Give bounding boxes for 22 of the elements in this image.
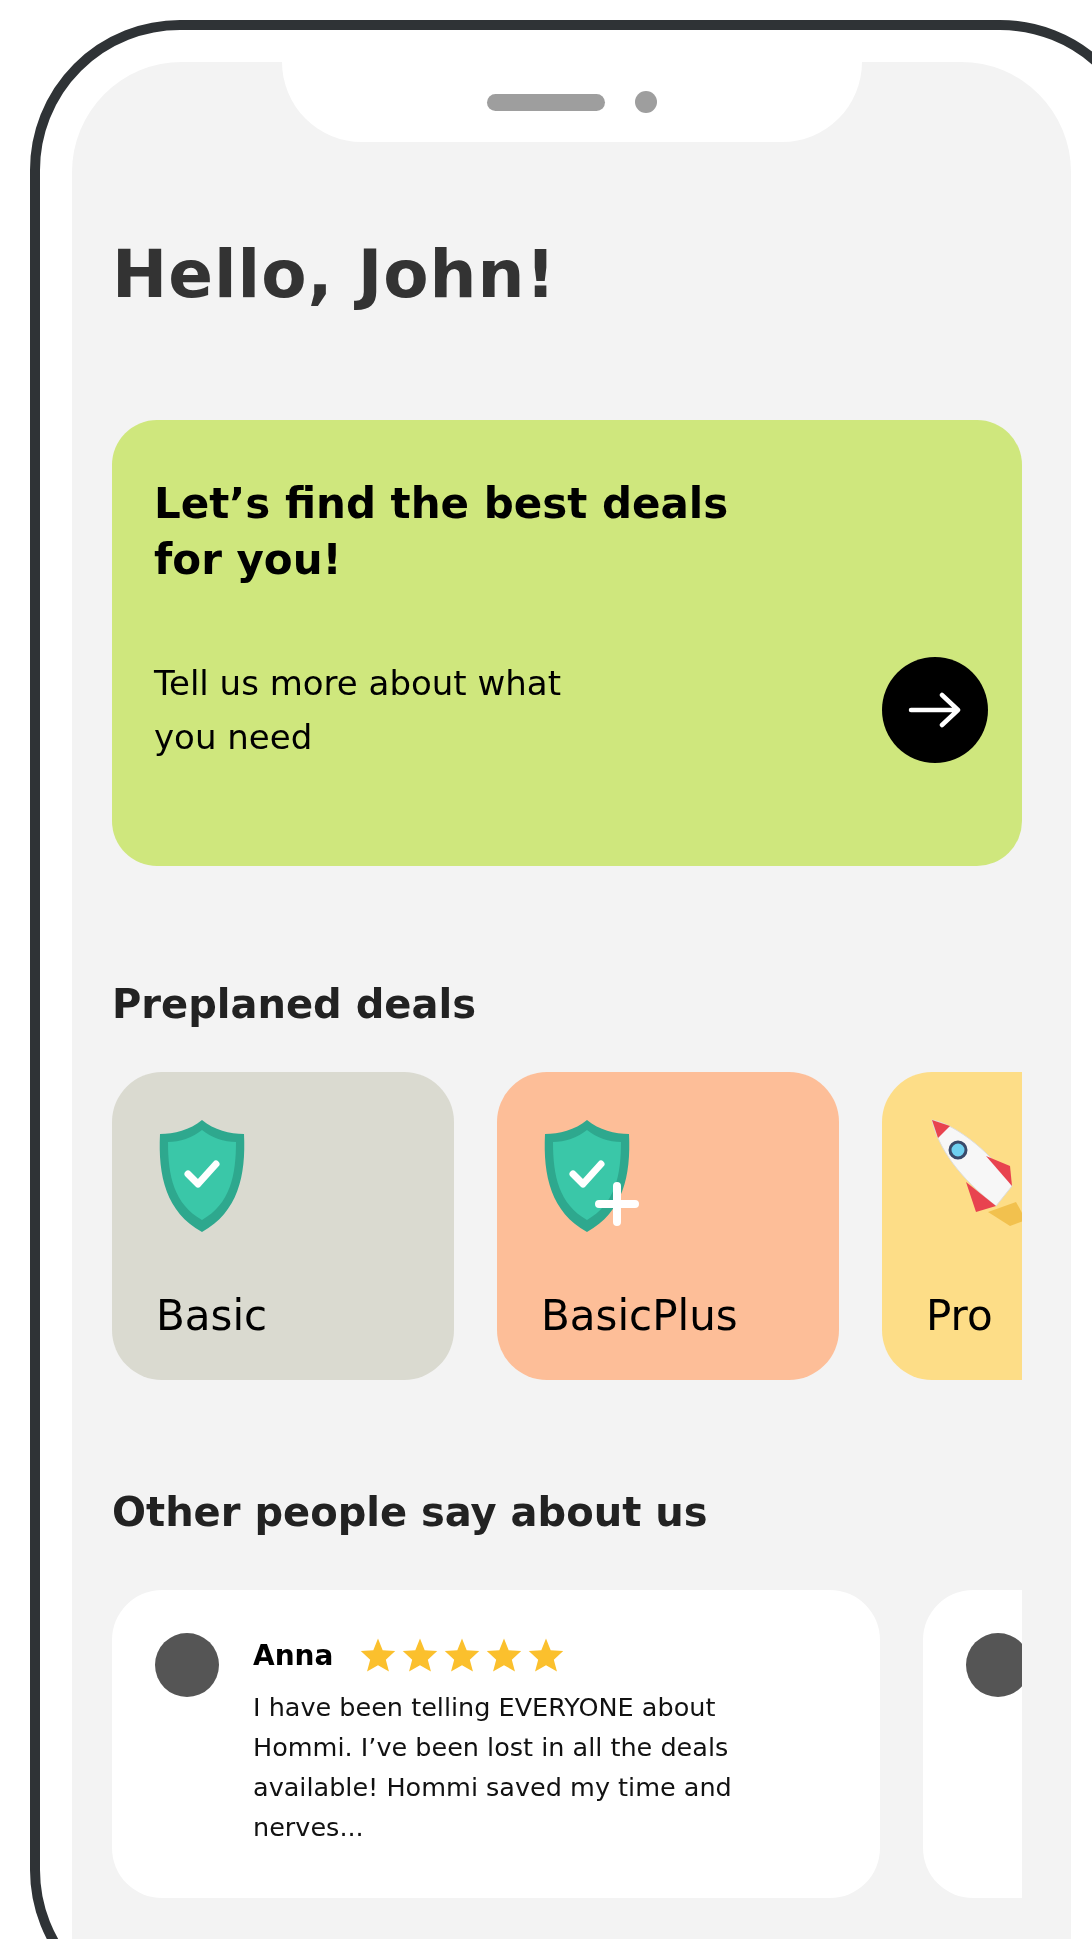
reviewer-name: Anna [253, 1638, 334, 1672]
deal-label: Pro [926, 1291, 994, 1340]
avatar-photo-placeholder [966, 1633, 1022, 1697]
promo-card[interactable]: Let’s find the best deals for you! Tell us more about what you need [112, 420, 1022, 866]
deal-label: Basic [156, 1291, 269, 1340]
section-heading: Other people say about us [112, 1488, 709, 1537]
deal-card[interactable]: Basic [112, 1072, 454, 1380]
camera-dot [635, 91, 657, 113]
promo-title: Let’s find the best deals for you! [154, 478, 730, 586]
deal-card[interactable]: BasicPlus [497, 1072, 839, 1380]
section-heading: Preplaned deals [112, 980, 477, 1029]
arrow-right-icon [908, 692, 962, 728]
deal-label: BasicPlus [541, 1291, 739, 1340]
greeting-title: Hello, John! [112, 235, 558, 315]
star-icon [401, 1637, 440, 1673]
deal-card[interactable]: Pro [882, 1072, 1022, 1380]
promo-subtitle: Tell us more about what you need [154, 662, 562, 759]
star-icon [359, 1637, 398, 1673]
review-text: I have been telling EVERYONE about Hommi. I’ve been lost in all the deals available! Hommi saved my time and nerves... [253, 1691, 733, 1844]
star-icon [485, 1637, 524, 1673]
star-icon [527, 1637, 566, 1673]
star-icon [443, 1637, 482, 1673]
